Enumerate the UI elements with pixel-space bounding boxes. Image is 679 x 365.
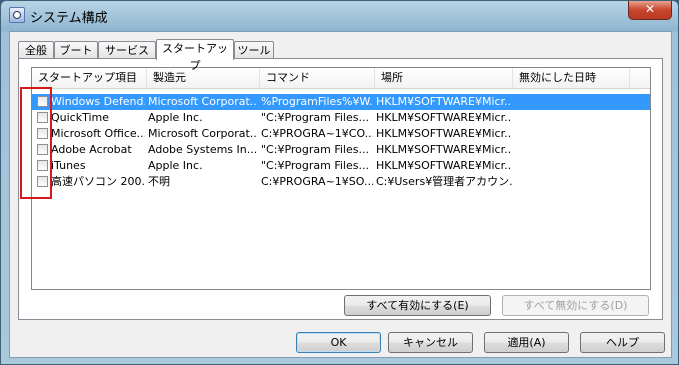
disable-all-button[interactable]: すべて無効にする(D): [502, 295, 649, 316]
column-header-command[interactable]: コマンド: [260, 68, 375, 88]
cell-location: HKLM¥SOFTWARE¥Micr...: [376, 111, 512, 124]
cancel-button[interactable]: キャンセル: [388, 332, 473, 353]
column-header-startup-item[interactable]: スタートアップ項目: [32, 68, 147, 88]
cell-disabled-date: [514, 158, 624, 174]
checkbox-highlight-annotation: [20, 87, 52, 199]
window-title: システム構成: [30, 11, 108, 26]
title-bar[interactable]: システム構成 ✕: [1, 1, 678, 29]
cell-location: HKLM¥SOFTWARE¥Micr...: [376, 143, 512, 156]
cell-command: "C:¥Program Files...: [261, 111, 369, 124]
cell-command: C:¥PROGRA~1¥CO...: [261, 127, 373, 140]
cell-command: "C:¥Program Files...: [261, 159, 369, 172]
cell-disabled-date: [514, 110, 624, 126]
cell-startup-item: Windows Defend...: [51, 95, 145, 108]
msconfig-icon: [9, 7, 25, 23]
cell-location: HKLM¥SOFTWARE¥Micr...: [376, 127, 512, 140]
column-header-manufacturer[interactable]: 製造元: [147, 68, 260, 88]
tab-general[interactable]: 全般: [18, 41, 54, 59]
tab-startup[interactable]: スタートアップ: [156, 39, 234, 72]
table-row[interactable]: iTunes Apple Inc. "C:¥Program Files... H…: [32, 158, 650, 174]
cell-command: "C:¥Program Files...: [261, 143, 369, 156]
system-config-window: システム構成 ✕ 全般 ブート サービス スタートアップ ツール スタートアップ…: [0, 0, 679, 365]
cell-startup-item: Microsoft Office...: [51, 127, 145, 140]
table-row[interactable]: Windows Defend... Microsoft Corporat... …: [32, 94, 650, 110]
cell-startup-item: iTunes: [51, 159, 86, 172]
help-button[interactable]: ヘルプ: [580, 332, 665, 353]
cell-startup-item: QuickTime: [51, 111, 110, 124]
startup-list[interactable]: スタートアップ項目 製造元 コマンド 場所 無効にした日時 Windows De…: [31, 67, 651, 290]
ok-button[interactable]: OK: [296, 332, 381, 353]
column-header-disabled-date[interactable]: 無効にした日時: [513, 68, 630, 88]
cell-disabled-date: [514, 142, 624, 158]
cell-disabled-date: [514, 174, 624, 190]
enable-all-button[interactable]: すべて有効にする(E): [344, 295, 491, 316]
list-header: スタートアップ項目 製造元 コマンド 場所 無効にした日時: [32, 68, 650, 89]
cell-manufacturer: 不明: [148, 175, 170, 188]
cell-location: HKLM¥SOFTWARE¥Micr...: [376, 159, 512, 172]
cell-location: HKLM¥SOFTWARE¥Micr...: [376, 95, 512, 108]
cell-command: %ProgramFiles%¥W...: [261, 95, 373, 108]
tab-boot[interactable]: ブート: [54, 41, 98, 59]
cell-manufacturer: Adobe Systems In...: [148, 143, 258, 156]
apply-button[interactable]: 適用(A): [484, 332, 569, 353]
dialog-client: 全般 ブート サービス スタートアップ ツール スタートアップ項目 製造元 コマ…: [9, 31, 672, 358]
table-row[interactable]: Adobe Acrobat Adobe Systems In... "C:¥Pr…: [32, 142, 650, 158]
cell-startup-item: Adobe Acrobat: [51, 143, 132, 156]
table-row[interactable]: 高速パソコン 200... 不明 C:¥PROGRA~1¥SO... C:¥Us…: [32, 174, 650, 190]
close-button[interactable]: ✕: [628, 1, 672, 20]
cell-disabled-date: [514, 94, 624, 110]
cell-location: C:¥Users¥管理者アカウン...: [376, 175, 512, 188]
cell-command: C:¥PROGRA~1¥SO...: [261, 175, 373, 188]
startup-tab-panel: スタートアップ項目 製造元 コマンド 場所 無効にした日時 Windows De…: [18, 58, 663, 320]
cell-manufacturer: Apple Inc.: [148, 111, 203, 124]
tab-tools[interactable]: ツール: [234, 41, 274, 59]
cell-disabled-date: [514, 126, 624, 142]
tab-services[interactable]: サービス: [98, 41, 156, 59]
table-row[interactable]: QuickTime Apple Inc. "C:¥Program Files..…: [32, 110, 650, 126]
table-row[interactable]: Microsoft Office... Microsoft Corporat..…: [32, 126, 650, 142]
cell-manufacturer: Microsoft Corporat...: [148, 127, 258, 140]
cell-manufacturer: Microsoft Corporat...: [148, 95, 258, 108]
column-header-location[interactable]: 場所: [375, 68, 513, 88]
cell-startup-item: 高速パソコン 200...: [51, 175, 145, 188]
cell-manufacturer: Apple Inc.: [148, 159, 203, 172]
